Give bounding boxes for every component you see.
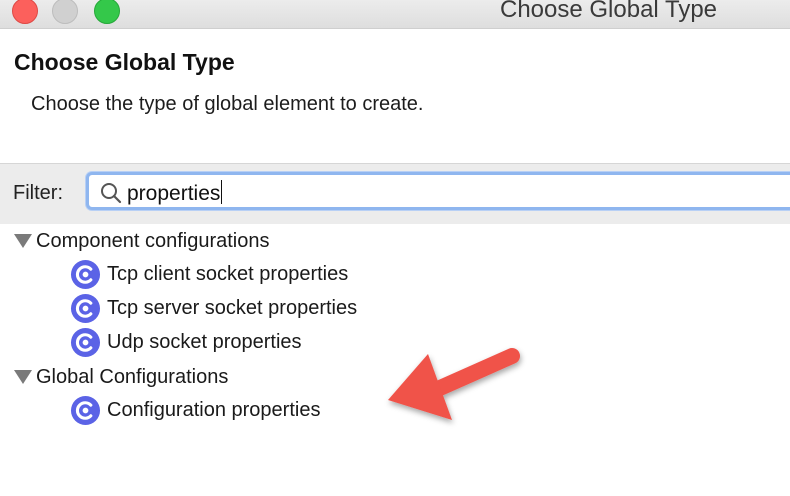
tree-item-configuration-properties[interactable]: Configuration properties bbox=[70, 394, 320, 426]
minimize-window-button[interactable] bbox=[52, 0, 78, 24]
dialog-title: Choose Global Type bbox=[14, 49, 235, 75]
config-c-icon bbox=[70, 259, 101, 289]
tree-item-label: Tcp client socket properties bbox=[107, 262, 349, 285]
config-c-icon bbox=[70, 293, 101, 323]
text-caret bbox=[221, 180, 223, 204]
tree-group-label: Global Configurations bbox=[36, 365, 229, 388]
filter-bar: Filter: properties bbox=[0, 163, 790, 225]
tree-item-label: Configuration properties bbox=[107, 398, 321, 421]
tree-item-label: Udp socket properties bbox=[107, 330, 302, 353]
config-c-icon bbox=[70, 327, 101, 357]
filter-input[interactable]: properties bbox=[86, 172, 790, 210]
search-icon bbox=[101, 183, 122, 204]
disclosure-triangle-icon[interactable] bbox=[14, 370, 32, 384]
tree-group-label: Component configurations bbox=[36, 229, 270, 252]
tree-item-tcp-server-socket-properties[interactable]: Tcp server socket properties bbox=[70, 292, 357, 324]
tree-group-component-configurations[interactable]: Component configurations bbox=[14, 226, 269, 256]
global-type-tree: Component configurations Tcp client sock… bbox=[0, 224, 790, 496]
close-window-button[interactable] bbox=[12, 0, 38, 24]
disclosure-triangle-icon[interactable] bbox=[14, 234, 32, 248]
tree-item-label: Tcp server socket properties bbox=[107, 296, 358, 319]
filter-input-value: properties bbox=[127, 180, 223, 205]
filter-label: Filter: bbox=[13, 182, 63, 204]
maximize-window-button[interactable] bbox=[94, 0, 120, 24]
dialog-description: Choose the type of global element to cre… bbox=[31, 93, 424, 115]
tree-item-tcp-client-socket-properties[interactable]: Tcp client socket properties bbox=[70, 258, 348, 290]
tree-item-udp-socket-properties[interactable]: Udp socket properties bbox=[70, 326, 302, 358]
window-title: Choose Global Type bbox=[500, 0, 718, 23]
dialog-header: Choose Global Type Choose the type of gl… bbox=[0, 29, 790, 163]
config-c-icon bbox=[70, 395, 101, 425]
window-titlebar: Choose Global Type bbox=[0, 0, 790, 29]
tree-group-global-configurations[interactable]: Global Configurations bbox=[14, 362, 228, 392]
